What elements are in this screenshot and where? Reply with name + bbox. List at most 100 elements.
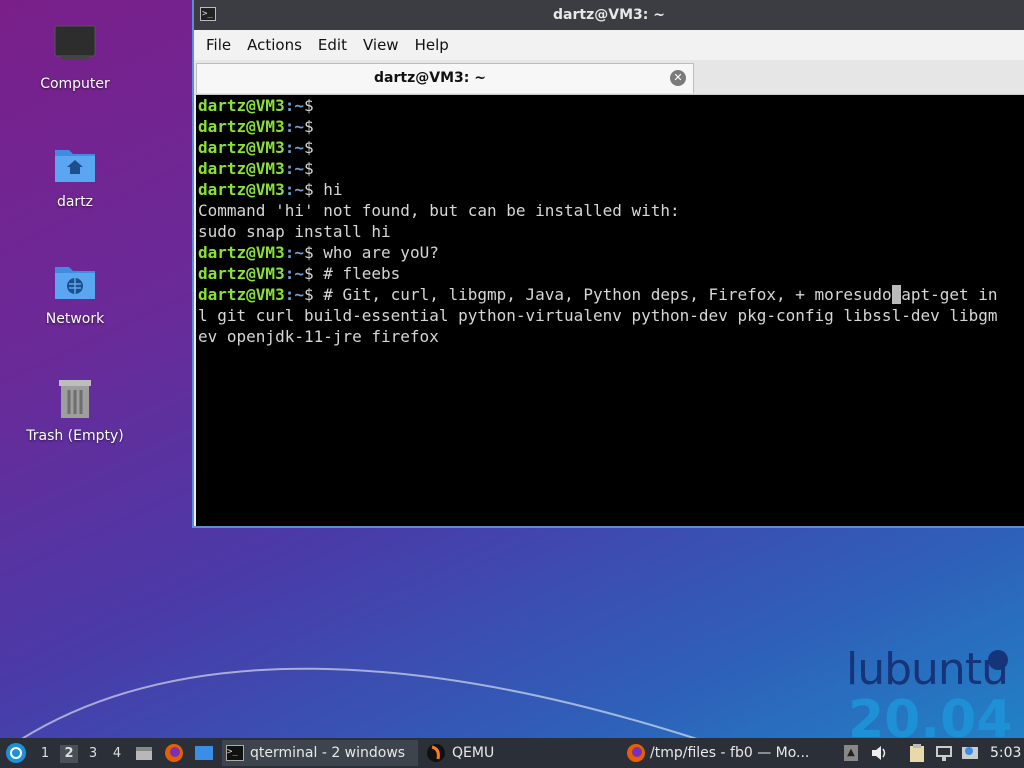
workspace-3[interactable]: 3 <box>84 745 102 763</box>
terminal-output[interactable]: dartz@VM3:~$ dartz@VM3:~$ dartz@VM3:~$ dart… <box>196 95 1024 526</box>
task-qterminal[interactable]: >_ qterminal - 2 windows <box>222 740 418 766</box>
taskbar: 1 2 3 4 >_ qterminal - 2 windows QEMU /t… <box>0 738 1024 768</box>
prompt-user: dartz@VM3 <box>198 285 285 304</box>
task-firefox[interactable]: /tmp/files - fb0 — Mo... <box>624 740 824 766</box>
terminal-line: dartz@VM3:~$ who are yoU? <box>196 242 1024 263</box>
prompt-user: dartz@VM3 <box>198 138 285 157</box>
terminal-text: who are yoU? <box>313 243 439 262</box>
desktop-icon-computer[interactable]: Computer <box>15 22 135 92</box>
desktop-icon-label: Network <box>45 311 105 327</box>
prompt-path: :~ <box>284 243 304 262</box>
menu-actions[interactable]: Actions <box>239 36 310 54</box>
menu-help[interactable]: Help <box>407 36 457 54</box>
update-icon <box>962 747 978 759</box>
window-titlebar[interactable]: >_ dartz@VM3: ~ <box>194 0 1024 30</box>
terminal-line: dartz@VM3:~$ hi <box>196 179 1024 200</box>
network-folder-icon <box>51 257 99 305</box>
prompt-path: :~ <box>284 285 304 304</box>
lubuntu-logo-mark <box>988 650 1008 670</box>
firefox-icon <box>627 744 645 762</box>
menu-edit[interactable]: Edit <box>310 36 355 54</box>
prompt-path: :~ <box>284 264 304 283</box>
file-manager-launcher[interactable] <box>134 738 154 768</box>
terminal-line: dartz@VM3:~$ <box>196 158 1024 179</box>
prompt-symbol: $ <box>303 159 314 178</box>
qemu-icon <box>427 744 445 762</box>
prompt-path: :~ <box>284 159 304 178</box>
prompt-symbol: $ <box>303 243 314 262</box>
prompt-user: dartz@VM3 <box>198 180 285 199</box>
task-qemu[interactable]: QEMU <box>424 740 614 766</box>
terminal-window: >_ dartz@VM3: ~ File Actions Edit View H… <box>192 0 1024 528</box>
terminal-icon: >_ <box>226 745 244 761</box>
show-desktop-button[interactable] <box>194 738 214 768</box>
terminal-text: ev openjdk-11-jre firefox <box>198 327 439 346</box>
prompt-symbol: $ <box>303 138 314 157</box>
network-icon <box>936 746 952 761</box>
prompt-user: dartz@VM3 <box>198 96 285 115</box>
workspace-4[interactable]: 4 <box>108 745 126 763</box>
menu-file[interactable]: File <box>198 36 239 54</box>
terminal-line: dartz@VM3:~$ <box>196 137 1024 158</box>
home-folder-icon <box>51 140 99 188</box>
terminal-line: ev openjdk-11-jre firefox <box>196 326 1024 347</box>
tab-label: dartz@VM3: ~ <box>374 70 486 86</box>
prompt-symbol: $ <box>303 285 314 304</box>
terminal-line: dartz@VM3:~$ <box>196 116 1024 137</box>
clock[interactable]: 5:03 <box>990 738 1021 768</box>
menu-view[interactable]: View <box>355 36 407 54</box>
desktop-icon-trash[interactable]: Trash (Empty) <box>15 374 135 444</box>
prompt-path: :~ <box>284 96 304 115</box>
clipboard-button[interactable] <box>908 738 926 768</box>
lubuntu-logo-text: lubuntu <box>846 644 1009 695</box>
terminal-text: apt-get in <box>901 285 998 304</box>
terminal-text: Command 'hi' not found, but can be insta… <box>198 201 680 220</box>
terminal-line: Command 'hi' not found, but can be insta… <box>196 200 1024 221</box>
monitor-icon <box>51 22 99 70</box>
terminal-text: # Git, curl, libgmp, Java, Python deps, … <box>313 285 892 304</box>
firefox-icon <box>165 744 183 762</box>
window-title: dartz@VM3: ~ <box>553 7 665 23</box>
prompt-user: dartz@VM3 <box>198 264 285 283</box>
desktop-icon-label: Trash (Empty) <box>26 428 124 444</box>
prompt-user: dartz@VM3 <box>198 117 285 136</box>
tab-bar: dartz@VM3: ~ ✕ <box>194 60 1024 95</box>
prompt-symbol: $ <box>303 180 314 199</box>
arrow-up-icon: ▲ <box>844 745 858 761</box>
prompt-symbol: $ <box>303 96 314 115</box>
start-menu-button[interactable] <box>5 738 27 768</box>
tab-terminal[interactable]: dartz@VM3: ~ ✕ <box>196 63 694 93</box>
task-label: /tmp/files - fb0 — Mo... <box>650 745 810 761</box>
terminal-text: l git curl build-essential python-virtua… <box>198 306 998 325</box>
prompt-user: dartz@VM3 <box>198 159 285 178</box>
desktop-icon-dartz[interactable]: dartz <box>15 140 135 210</box>
prompt-symbol: $ <box>303 264 314 283</box>
desktop-icon <box>195 746 213 760</box>
workspace-2[interactable]: 2 <box>60 745 78 763</box>
volume-button[interactable] <box>870 738 890 768</box>
terminal-line: l git curl build-essential python-virtua… <box>196 305 1024 326</box>
firefox-launcher[interactable] <box>164 738 184 768</box>
close-icon[interactable]: ✕ <box>670 70 686 86</box>
update-notifier-button[interactable] <box>960 738 980 768</box>
terminal-text: sudo snap install hi <box>198 222 391 241</box>
prompt-path: :~ <box>284 138 304 157</box>
lubuntu-start-icon <box>6 743 26 763</box>
network-button[interactable] <box>934 738 954 768</box>
prompt-path: :~ <box>284 117 304 136</box>
scroll-up-button[interactable]: ▲ <box>844 738 858 768</box>
terminal-line: dartz@VM3:~$ # fleebs <box>196 263 1024 284</box>
terminal-text: hi <box>313 180 343 199</box>
clipboard-icon <box>910 744 924 762</box>
task-label: QEMU <box>452 745 495 761</box>
terminal-line: dartz@VM3:~$ # Git, curl, libgmp, Java, … <box>196 284 1024 305</box>
volume-icon <box>872 746 886 760</box>
trash-icon <box>51 374 99 422</box>
prompt-symbol: $ <box>303 117 314 136</box>
terminal-line: sudo snap install hi <box>196 221 1024 242</box>
workspace-1[interactable]: 1 <box>36 745 54 763</box>
desktop-icon-network[interactable]: Network <box>15 257 135 327</box>
task-label: qterminal - 2 windows <box>250 745 406 761</box>
terminal-line: dartz@VM3:~$ <box>196 95 1024 116</box>
terminal-text: # fleebs <box>313 264 401 283</box>
